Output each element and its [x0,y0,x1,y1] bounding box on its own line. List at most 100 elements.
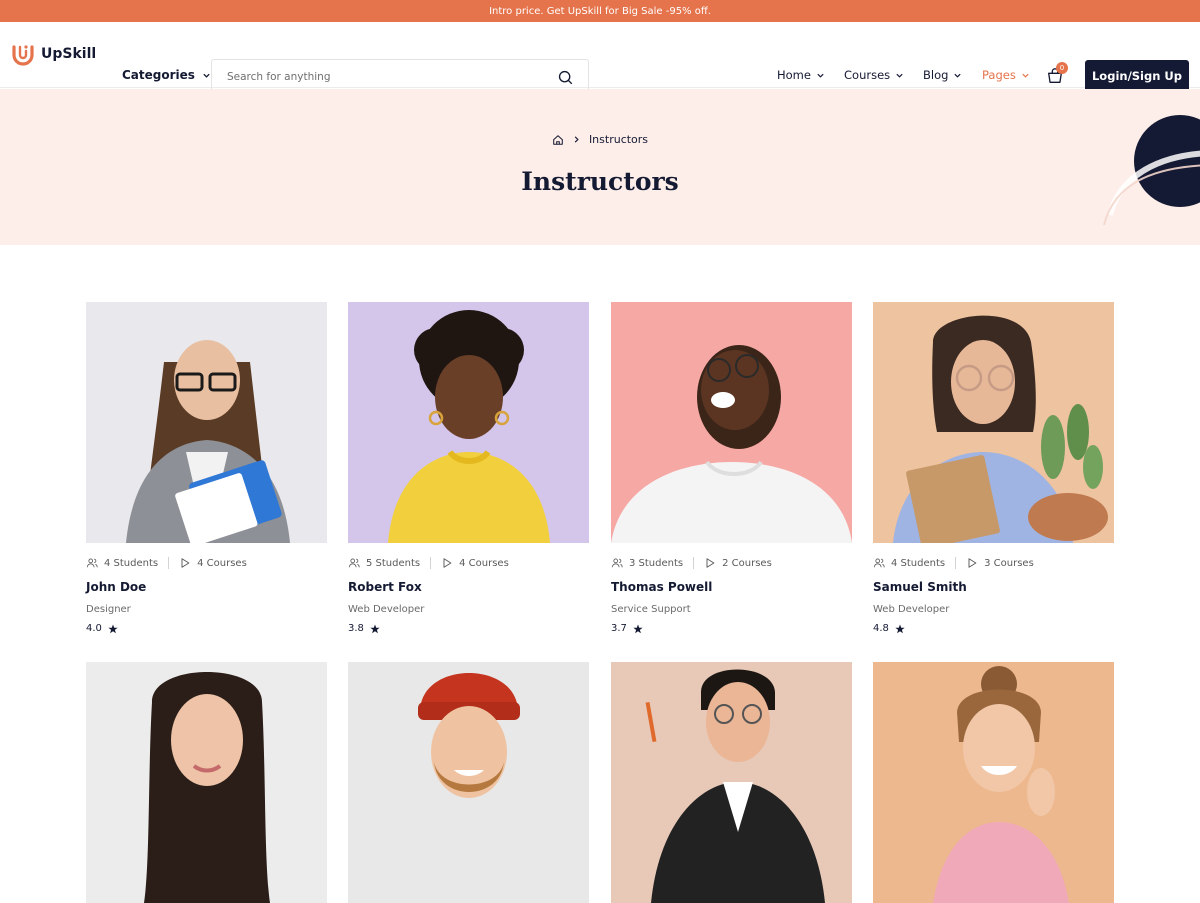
rating-value: 3.8 [348,623,364,634]
instructor-portrait-image [873,662,1114,903]
instructor-card[interactable]: 5 Students 4 Courses Robert Fox Web Deve… [348,302,589,634]
instructor-rating: 4.8 [873,623,1114,634]
chevron-right-icon [574,136,579,143]
divider [693,557,695,569]
page-title: Instructors [521,167,679,196]
chevron-down-icon [954,73,962,78]
instructor-card[interactable]: 3 Students 2 Courses Thomas Powell Servi… [611,302,852,634]
star-icon [633,624,643,633]
instructor-rating: 4.0 [86,623,327,634]
instructor-portrait-image [348,662,589,903]
instructor-meta: 5 Students 4 Courses [348,557,589,569]
logo[interactable]: UpSkill [11,42,96,66]
breadcrumb-current: Instructors [588,133,649,146]
instructor-rating: 3.7 [611,623,852,634]
students-count: 5 Students [366,557,421,569]
star-icon [370,624,380,633]
rating-value: 4.0 [86,623,102,634]
instructor-card[interactable]: 4 Students 4 Courses John Doe Designer 4… [86,302,327,634]
nav-blog[interactable]: Blog [923,68,962,82]
instructor-photo[interactable] [86,302,327,543]
courses-count: 4 Courses [197,557,247,569]
instructor-meta: 3 Students 2 Courses [611,557,852,569]
users-icon [86,558,98,568]
users-icon [873,558,885,568]
users-icon [611,558,623,568]
divider [168,557,170,569]
categories-label: Categories [122,68,195,82]
chevron-down-icon [896,73,903,78]
instructor-portrait-image [348,302,589,543]
courses-count: 4 Courses [459,557,509,569]
students-count: 4 Students [891,557,946,569]
instructor-card[interactable] [86,662,327,903]
login-signup-button[interactable]: Login/Sign Up [1085,60,1189,92]
nav-pages-label: Pages [982,68,1016,82]
upskill-logo-icon [12,45,34,66]
instructor-name[interactable]: John Doe [86,580,327,594]
instructor-role: Designer [86,604,131,615]
categories-dropdown[interactable]: Categories [122,68,211,82]
chevron-down-icon [203,73,210,78]
instructor-portrait-image [611,662,852,903]
nav-pages[interactable]: Pages [982,68,1030,82]
instructor-photo[interactable] [873,662,1114,903]
instructor-rating: 3.8 [348,623,589,634]
courses-count: 3 Courses [984,557,1034,569]
instructor-name[interactable]: Samuel Smith [873,580,1114,594]
nav-home[interactable]: Home [777,68,825,82]
cart-count-badge: 0 [1056,62,1068,74]
decorative-globe [1103,115,1200,225]
breadcrumb: Instructors [0,133,1200,146]
instructor-photo[interactable] [611,302,852,543]
play-icon [706,558,715,568]
page-hero: Instructors Instructors [0,89,1200,245]
promo-text: Intro price. Get UpSkill for Big Sale -9… [489,5,711,17]
rating-value: 3.7 [611,623,627,634]
search-input[interactable] [212,71,532,83]
instructor-portrait-image [86,302,327,543]
play-icon [181,558,190,568]
instructor-photo[interactable] [873,302,1114,543]
students-count: 4 Students [104,557,159,569]
nav-blog-label: Blog [923,68,949,82]
play-icon [443,558,452,568]
nav-courses[interactable]: Courses [844,68,904,82]
instructor-meta: 4 Students 4 Courses [86,557,327,569]
instructor-photo[interactable] [348,302,589,543]
chevron-down-icon [817,73,824,78]
students-count: 3 Students [629,557,684,569]
divider [430,557,432,569]
brand-name: UpSkill [41,46,97,62]
play-icon [968,558,977,568]
search-icon[interactable] [557,69,574,86]
instructor-card[interactable] [611,662,852,903]
instructor-portrait-image [873,302,1114,543]
users-icon [348,558,360,568]
chevron-down-icon [1022,73,1029,78]
instructor-card[interactable] [348,662,589,903]
instructor-role: Web Developer [348,604,425,615]
instructor-portrait-image [611,302,852,543]
divider [955,557,957,569]
instructor-photo[interactable] [86,662,327,903]
instructor-portrait-image [86,662,327,903]
instructor-card[interactable]: 4 Students 3 Courses Samuel Smith Web De… [873,302,1114,634]
home-icon[interactable] [552,134,564,146]
courses-count: 2 Courses [722,557,772,569]
instructor-photo[interactable] [348,662,589,903]
instructor-role: Web Developer [873,604,950,615]
star-icon [895,624,905,633]
instructor-name[interactable]: Thomas Powell [611,580,852,594]
instructor-name[interactable]: Robert Fox [348,580,589,594]
star-icon [108,624,118,633]
nav-courses-label: Courses [844,68,891,82]
nav-home-label: Home [777,68,811,82]
instructor-role: Service Support [611,604,691,615]
promo-banner: Intro price. Get UpSkill for Big Sale -9… [0,0,1200,22]
site-header: UpSkill Categories Home Courses Blog Pag… [0,22,1200,95]
rating-value: 4.8 [873,623,889,634]
instructor-photo[interactable] [611,662,852,903]
instructor-card[interactable] [873,662,1114,903]
instructor-meta: 4 Students 3 Courses [873,557,1114,569]
